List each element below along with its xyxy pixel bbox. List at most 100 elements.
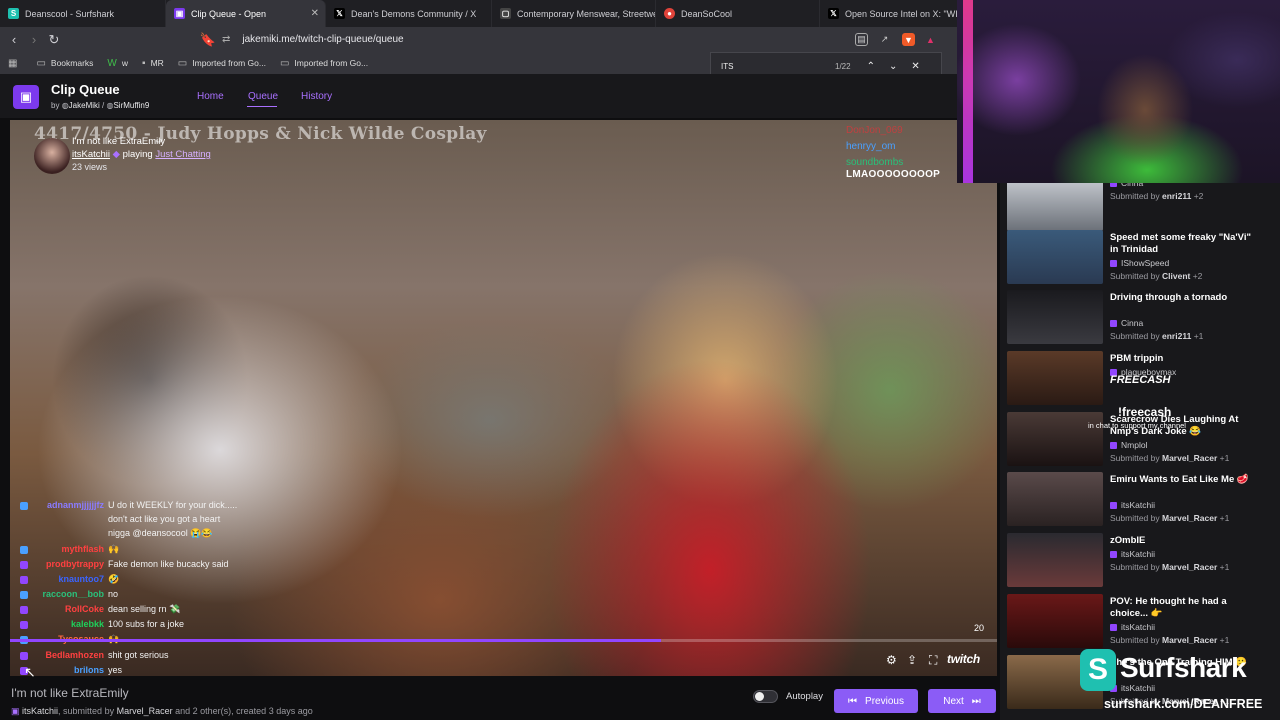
site-info-icon[interactable]: ⇄ [222, 34, 230, 45]
channel-avatar[interactable] [34, 138, 70, 174]
surfshark-favicon-icon: S [8, 8, 19, 19]
tab-osint[interactable]: 𝕏 Open Source Intel on X: "WILD [820, 0, 960, 27]
find-input[interactable]: ITS [721, 62, 831, 71]
chat-username[interactable]: kalebkk [30, 619, 104, 629]
address-bar-row: ‹ › ↻ 🔖 ⇄ jakemiki.me/twitch-clip-queue/… [0, 27, 960, 52]
bookmark-item[interactable]: ▭ Imported from Go... [178, 58, 266, 69]
channel-link[interactable]: itsKatchii [22, 706, 58, 716]
clip-thumbnail[interactable] [1007, 533, 1103, 587]
bookmark-item[interactable]: ▪ MR [142, 58, 164, 69]
channel-link[interactable]: itsKatchii [72, 149, 110, 160]
back-arrow-icon[interactable]: ‹ [4, 32, 24, 47]
brave-shield-icon[interactable]: ▼ [902, 33, 915, 46]
apps-grid-icon[interactable]: ▦ [8, 58, 22, 69]
freecash-subtext: in chat to support my channel [1088, 421, 1186, 430]
video-player[interactable]: 4417/4750 - Judy Hopps & Nick Wilde Cosp… [10, 120, 997, 676]
tab-surfshark[interactable]: S Deanscool - Surfshark [0, 0, 166, 27]
chat-username[interactable]: raccoon__bob [30, 589, 104, 599]
queue-item[interactable]: POV: He thought he had a choice... 👉 itsK… [1007, 594, 1273, 652]
nav-home[interactable]: Home [197, 91, 224, 102]
chat-message: 🙌 [108, 544, 120, 554]
url-text: jakemiki.me/twitch-clip-queue/queue [242, 34, 404, 45]
chat-username[interactable]: RollCoke [30, 604, 104, 614]
settings-gear-icon[interactable]: ⚙ [886, 653, 897, 667]
tab-clip-queue[interactable]: ▣ Clip Queue - Open ✕ [166, 0, 326, 27]
channel-name: itsKatchii [1121, 683, 1156, 693]
chat-username[interactable]: mythflash [30, 544, 104, 554]
twitch-logo[interactable]: twitch [947, 652, 980, 666]
bookmark-item[interactable]: ▭ Bookmarks [36, 58, 93, 69]
next-button[interactable]: Next ⏭ [928, 689, 996, 713]
sponsor-url: surfshark.com/DEANFREE [1104, 697, 1263, 711]
chat-username[interactable]: Bedlamhozen [30, 650, 104, 660]
tab-x-community[interactable]: 𝕏 Dean's Demons Community / X [326, 0, 492, 27]
url-field[interactable]: ⇄ jakemiki.me/twitch-clip-queue/queue [222, 27, 842, 52]
close-tab-icon[interactable]: ✕ [311, 8, 319, 19]
folder-icon: ▭ [279, 57, 290, 69]
queue-item-submitter: Submitted by Marvel_Racer +1 [1110, 635, 1230, 645]
chat-badge-icon [20, 502, 28, 510]
previous-button[interactable]: ⏮ Previous [834, 689, 918, 713]
queue-item-channel: Nmplol [1110, 440, 1147, 450]
chat-username[interactable]: prodbytrappy [30, 559, 104, 569]
clip-thumbnail[interactable] [1007, 290, 1103, 344]
queue-item-submitter: Submitted by Marvel_Racer +1 [1110, 562, 1230, 572]
share-icon[interactable]: ↗ [878, 33, 891, 46]
nav-history[interactable]: History [301, 91, 332, 102]
video-timer: 20 [974, 623, 985, 633]
tab-label: Contemporary Menswear, Streetwea [517, 8, 656, 19]
browser-tab-bar: S Deanscool - Surfshark ▣ Clip Queue - O… [0, 0, 960, 27]
fullscreen-icon[interactable]: ⛶ [929, 653, 937, 668]
twitch-glitch-icon: ▣ [11, 706, 20, 716]
chat-message: dean selling rn 💸 [108, 604, 181, 614]
folder-icon: ▭ [177, 57, 188, 69]
tab-deansocool[interactable]: ● DeanSoCool [656, 0, 820, 27]
chat-username[interactable]: knauntoo7 [30, 574, 104, 584]
clip-thumbnail[interactable] [1007, 183, 1103, 231]
video-progress-bar[interactable] [10, 639, 997, 642]
reload-icon[interactable]: ↻ [44, 32, 64, 48]
toggle-knob [755, 692, 764, 701]
chat-username[interactable]: brilons [30, 665, 104, 675]
submitter-name: Marvel_Racer [1162, 453, 1218, 463]
tab-menswear[interactable]: ▢ Contemporary Menswear, Streetwea [492, 0, 656, 27]
deansocool-favicon-icon: ● [664, 8, 675, 19]
overlay-chat-top: DonJon_069 henryy_om soundbombs [846, 123, 903, 171]
queue-item[interactable]: Emiru Wants to Eat Like Me 🥩 itsKatchii Su… [1007, 472, 1273, 530]
chat-username[interactable]: adnanmjjjjjjfz [30, 500, 104, 510]
progress-fill [10, 639, 662, 642]
nav-queue[interactable]: Queue [248, 91, 278, 102]
reader-mode-icon[interactable]: ▤ [855, 33, 868, 46]
bookmark-item[interactable]: Ww [107, 58, 128, 69]
clip-thumbnail[interactable] [1007, 351, 1103, 405]
clip-thumbnail[interactable] [1007, 594, 1103, 648]
clip-title: I'm not like ExtraEmily [11, 686, 129, 700]
channel-name: itsKatchii [1121, 500, 1156, 510]
clip-thumbnail[interactable] [1007, 472, 1103, 526]
channel-name: IShowSpeed [1121, 258, 1170, 268]
autoplay-toggle[interactable] [753, 690, 778, 703]
bookmark-icon[interactable]: 🔖 [198, 32, 218, 48]
forward-arrow-icon[interactable]: › [24, 32, 44, 47]
bookmark-item[interactable]: ▭ Imported from Go... [280, 58, 368, 69]
channel-name: Cinna [1121, 318, 1144, 328]
clip-queue-logo-icon[interactable]: ▣ [13, 85, 39, 109]
queue-item-channel: itsKatchii [1110, 549, 1155, 559]
game-link[interactable]: Just Chatting [155, 149, 210, 160]
find-next-icon[interactable]: ⌄ [889, 61, 897, 72]
rewards-triangle-icon[interactable]: ▲ [924, 33, 937, 46]
chat-message: don't act like you got a heart [108, 514, 221, 524]
queue-item[interactable]: Cinna Submitted by enri211 +2 [1007, 183, 1273, 235]
clip-thumbnail[interactable] [1007, 230, 1103, 284]
share-icon[interactable]: ⇪ [907, 653, 917, 667]
queue-item[interactable]: zOmbIE itsKatchii Submitted by Marvel_Race… [1007, 533, 1273, 591]
queue-item[interactable]: Speed met some freaky "Na'Vi" in Trinida… [1007, 230, 1273, 288]
find-prev-icon[interactable]: ⌃ [867, 61, 875, 72]
chat-badge-icon [20, 561, 28, 569]
find-close-icon[interactable]: ✕ [911, 61, 919, 72]
author-link[interactable]: JakeMiki [69, 101, 100, 110]
author-link[interactable]: SirMuffin9 [113, 101, 149, 110]
surfshark-logo-icon: S [1080, 649, 1116, 691]
chat-message: 100 subs for a joke [108, 619, 185, 629]
queue-item[interactable]: Driving through a tornado Cinna Submitted … [1007, 290, 1273, 348]
